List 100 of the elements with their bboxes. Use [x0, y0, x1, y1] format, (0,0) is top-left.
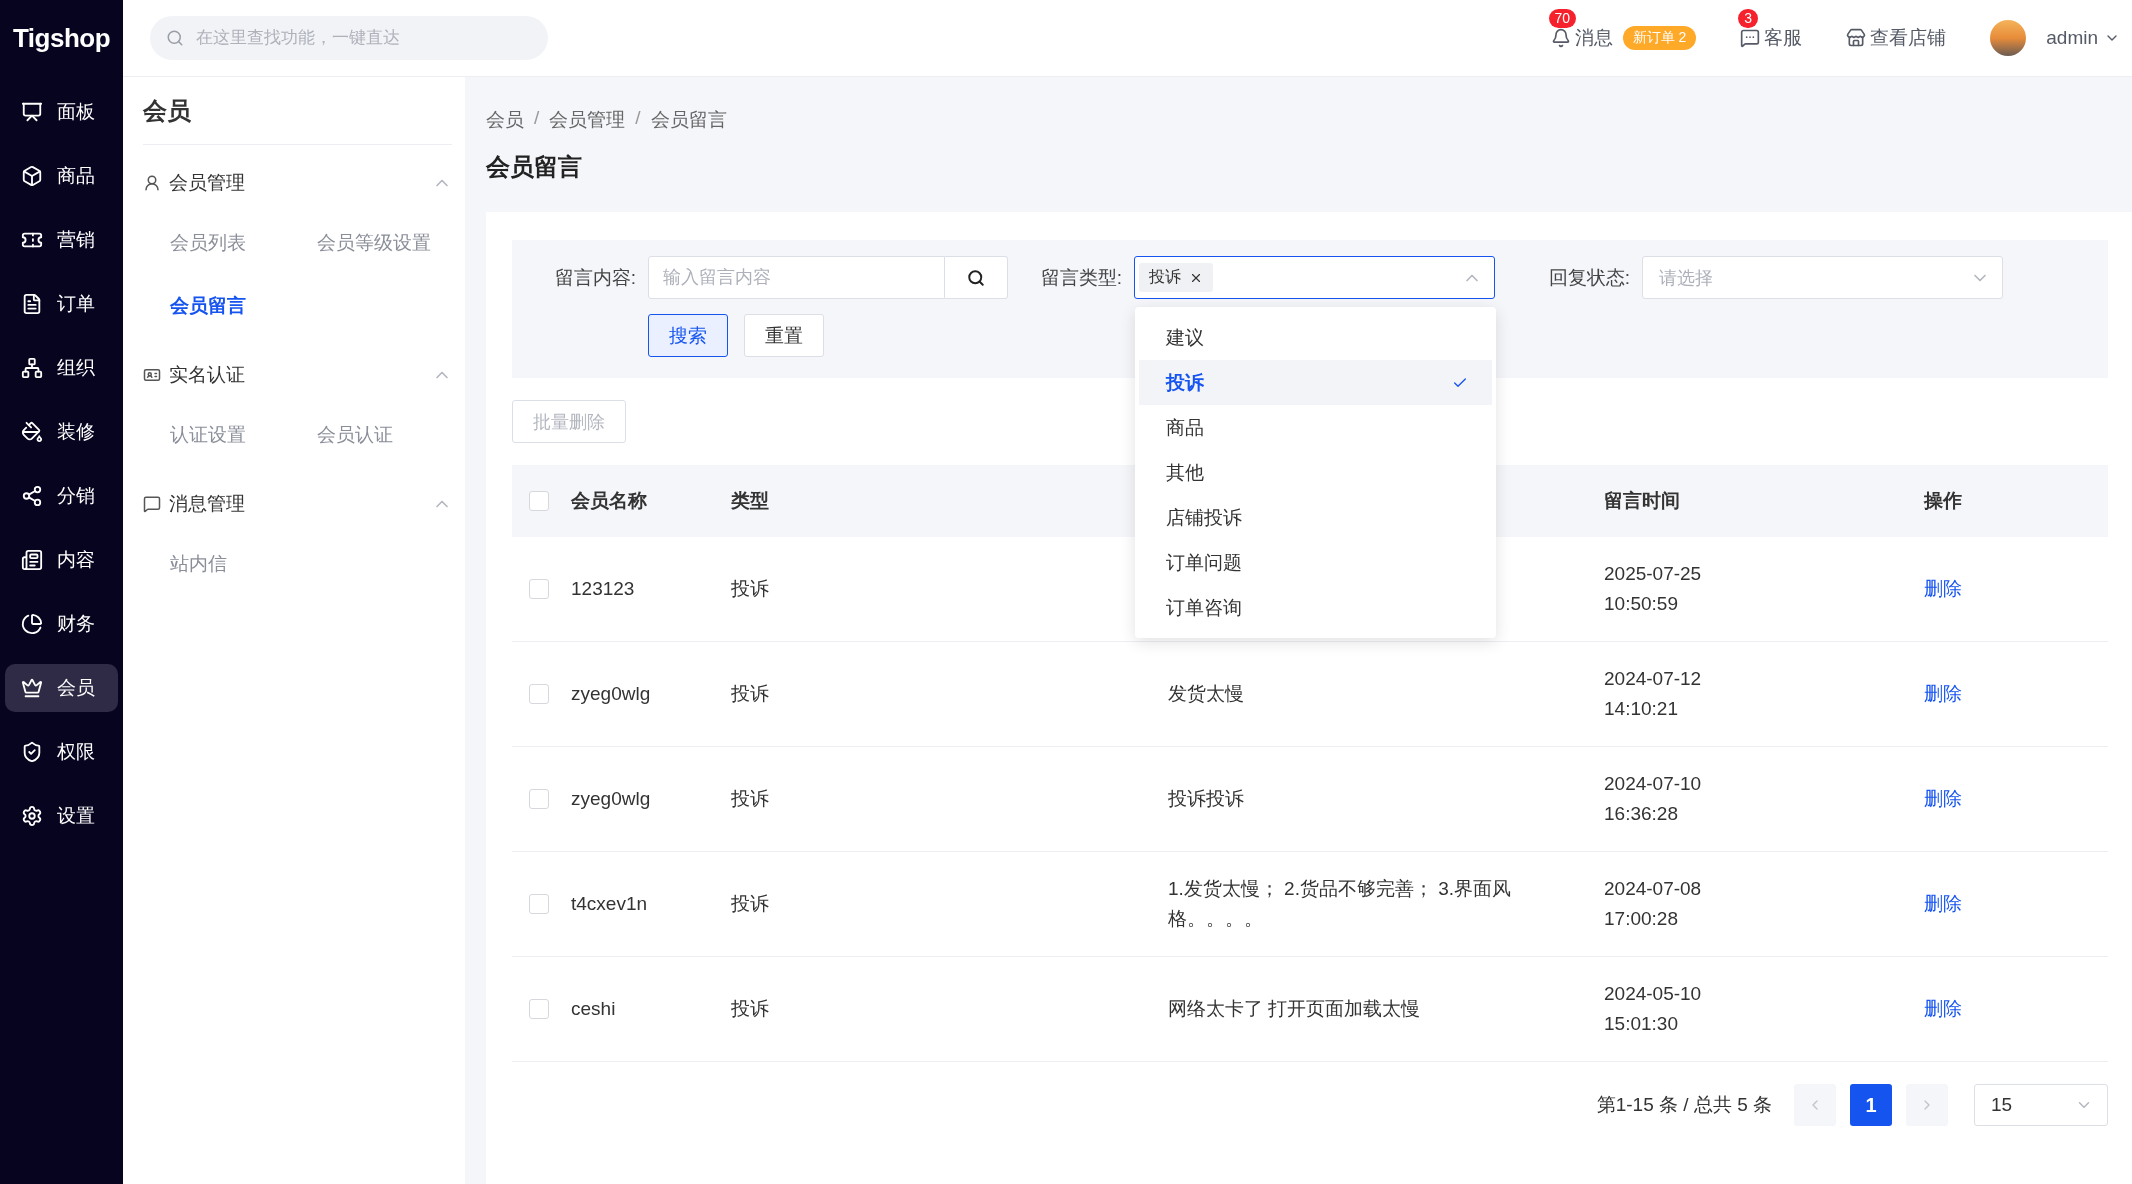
- table-cell-text: 投诉: [730, 997, 770, 1021]
- newspaper-icon: [21, 549, 43, 571]
- nav-item[interactable]: 内容: [5, 536, 118, 584]
- selected-tag: 投诉: [1139, 263, 1213, 292]
- menu-group[interactable]: 消息管理: [143, 476, 452, 532]
- nav-item[interactable]: 权限: [5, 728, 118, 776]
- search-field[interactable]: 在这里查找功能，一键直达: [150, 16, 548, 60]
- logo: Tigshop: [12, 22, 111, 54]
- filter-label: 留言内容:: [553, 265, 637, 290]
- delete-link[interactable]: 删除: [1912, 576, 2108, 602]
- nav-item[interactable]: 分销: [5, 472, 118, 520]
- table-cell-text: 2024-07-08 17:00:28: [1603, 877, 1703, 931]
- checkbox[interactable]: [529, 491, 549, 511]
- nav-item[interactable]: 财务: [5, 600, 118, 648]
- table-cell-text: t4cxev1n: [570, 892, 649, 916]
- previous-page-button[interactable]: [1794, 1084, 1836, 1126]
- id-card-icon: [143, 366, 161, 384]
- nav-item[interactable]: 设置: [5, 792, 118, 840]
- column-header: 会员名称: [570, 489, 648, 513]
- delete-link[interactable]: 删除: [1912, 891, 2108, 917]
- checkbox[interactable]: [529, 684, 549, 704]
- store-link[interactable]: 查看店铺: [1846, 25, 1947, 51]
- dropdown-option[interactable]: 订单咨询: [1139, 585, 1492, 630]
- table-cell-text: 2024-05-10 15:01:30: [1603, 982, 1703, 1036]
- table-cell-text: 网络太卡了 打开页面加载太慢: [1167, 997, 1422, 1021]
- page-size-select[interactable]: 15: [1974, 1084, 2108, 1126]
- dropdown-option[interactable]: 订单问题: [1139, 540, 1492, 585]
- table-cell-text: 投诉: [730, 682, 770, 706]
- breadcrumb-item[interactable]: 会员: [486, 107, 524, 133]
- pie-chart-icon: [21, 613, 43, 635]
- breadcrumb-separator: /: [534, 107, 540, 130]
- dropdown-option[interactable]: 其他: [1139, 450, 1492, 495]
- search-icon: [967, 268, 985, 287]
- nav-item[interactable]: 商品: [5, 152, 118, 200]
- avatar[interactable]: [1990, 20, 2027, 56]
- table-cell-text: 发货太慢: [1167, 682, 1245, 706]
- search-button[interactable]: [945, 256, 1008, 299]
- nav-item[interactable]: 装修: [5, 408, 118, 456]
- store-icon: [1846, 28, 1867, 48]
- service-link[interactable]: 客服: [1740, 25, 1803, 51]
- nav-item[interactable]: 营销: [5, 216, 118, 264]
- share-icon: [21, 485, 43, 507]
- filter-label: 回复状态:: [1547, 265, 1631, 290]
- next-page-button[interactable]: [1906, 1084, 1948, 1126]
- user-name[interactable]: admin: [2046, 27, 2098, 49]
- count-badge: 70: [1548, 9, 1577, 28]
- table-cell-text: zyeg0wlg: [570, 682, 652, 706]
- shield-icon: [21, 741, 43, 763]
- delete-link[interactable]: 删除: [1912, 996, 2108, 1022]
- order-tag: 新订单 2: [1622, 26, 1697, 50]
- message-icon: [143, 495, 161, 513]
- search-input[interactable]: 在这里查找功能，一键直达: [194, 27, 532, 49]
- nav-item[interactable]: 订单: [5, 280, 118, 328]
- search-icon: [166, 29, 184, 47]
- checkbox[interactable]: [529, 789, 549, 809]
- messages-link[interactable]: 消息 新订单 2: [1550, 25, 1697, 51]
- table-cell-text: 2025-07-25 10:50:59: [1603, 562, 1703, 616]
- dropdown-option[interactable]: 投诉: [1139, 360, 1492, 405]
- breadcrumb-item[interactable]: 会员管理: [549, 107, 626, 133]
- content-input[interactable]: 输入留言内容: [648, 256, 945, 299]
- page-button[interactable]: 1: [1850, 1084, 1892, 1126]
- breadcrumb-item[interactable]: 会员留言: [650, 107, 727, 133]
- dropdown-option[interactable]: 商品: [1139, 405, 1492, 450]
- nav-item[interactable]: 组织: [5, 344, 118, 392]
- table-cell-text: 投诉: [730, 577, 770, 601]
- delete-link[interactable]: 删除: [1912, 681, 2108, 707]
- paint-bucket-icon: [21, 421, 43, 443]
- search-submit-button[interactable]: 搜索: [648, 314, 728, 357]
- page-title: 会员留言: [486, 152, 583, 182]
- menu-group[interactable]: 实名认证: [143, 347, 452, 403]
- nav-item[interactable]: 面板: [5, 88, 118, 136]
- chart-board-icon: [21, 101, 43, 123]
- document-icon: [21, 293, 43, 315]
- table-cell-text: zyeg0wlg: [570, 787, 652, 811]
- chat-icon: [1740, 28, 1761, 48]
- checkbox[interactable]: [529, 579, 549, 599]
- checkbox[interactable]: [529, 894, 549, 914]
- table-cell-text: 投诉投诉: [1167, 787, 1245, 811]
- table-cell-text: 123123: [570, 577, 636, 601]
- cube-icon: [21, 165, 43, 187]
- filter-label: 留言类型:: [1039, 265, 1123, 290]
- column-header: 留言时间: [1603, 489, 1681, 513]
- delete-link[interactable]: 删除: [1912, 786, 2108, 812]
- bell-icon: [1550, 28, 1571, 48]
- dropdown-option[interactable]: 店铺投诉: [1139, 495, 1492, 540]
- network-icon: [21, 357, 43, 379]
- submenu-item[interactable]: 会员留言: [170, 274, 317, 337]
- menu-group[interactable]: 会员管理: [143, 155, 452, 211]
- breadcrumb-separator: /: [635, 107, 641, 130]
- settings-icon: [21, 805, 43, 827]
- nav-item[interactable]: 会员: [5, 664, 118, 712]
- reset-button[interactable]: 重置: [744, 314, 824, 357]
- user-icon: [143, 174, 161, 192]
- table-cell-text: 投诉: [730, 787, 770, 811]
- table-cell-text: 2024-07-10 16:36:28: [1603, 772, 1703, 826]
- section-title: 会员: [143, 77, 452, 145]
- dropdown-option[interactable]: 建议: [1139, 315, 1492, 360]
- column-header: 类型: [730, 489, 770, 513]
- checkbox[interactable]: [529, 999, 549, 1019]
- pagination-summary: 第1-15 条 / 总共 5 条: [1596, 1093, 1772, 1117]
